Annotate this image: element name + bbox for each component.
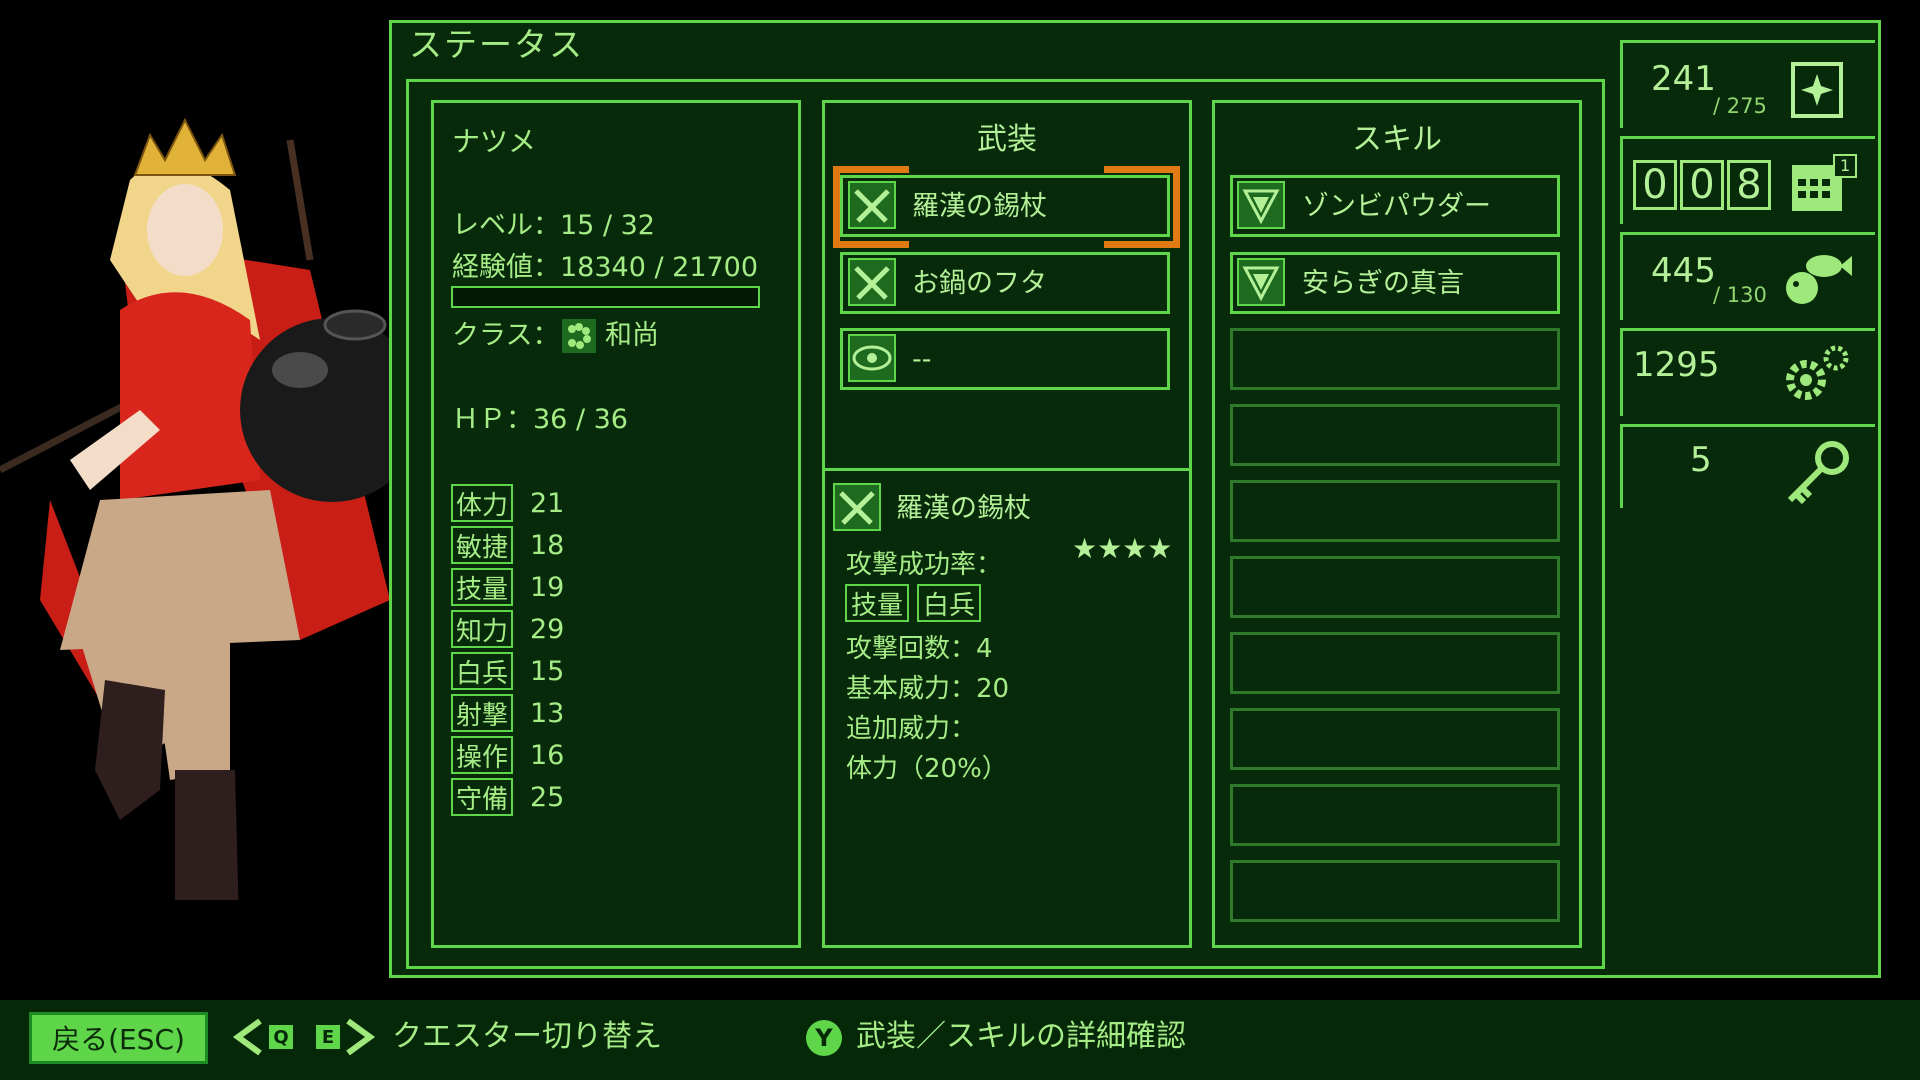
stat-value: 13	[530, 698, 565, 729]
stat-value: 16	[530, 740, 565, 771]
equipment-slot-3-label: --	[912, 344, 932, 375]
class-name: 和尚	[605, 320, 659, 351]
crossed-weapons-icon	[833, 483, 881, 531]
level-label: レベル：15 / 32	[452, 210, 655, 241]
equipment-heading: 武装	[977, 122, 1037, 157]
detail-extra-power-value: 体力（20%）	[846, 754, 1008, 784]
stat-value: 25	[530, 782, 565, 813]
skill-slot-empty[interactable]	[1230, 632, 1560, 694]
arrow-right-icon	[346, 1018, 376, 1056]
skill-slot-empty[interactable]	[1230, 404, 1560, 466]
food-value: 445	[1651, 251, 1716, 291]
eye-shield-icon	[848, 334, 896, 382]
key-q: Q	[269, 1025, 293, 1049]
detail-hit-rate-label: 攻撃成功率：	[846, 550, 1003, 580]
day-counter-digit: 8	[1727, 160, 1771, 210]
skill-slot-2-label: 安らぎの真言	[1302, 268, 1464, 299]
key-icon	[1787, 441, 1849, 505]
food-max: / 130	[1713, 283, 1767, 307]
skill-triangle-icon	[1237, 258, 1285, 306]
equipment-slot-1-label: 羅漢の錫杖	[912, 191, 1047, 222]
detail-extra-power-label: 追加威力：	[846, 714, 977, 744]
skill-triangle-icon	[1237, 181, 1285, 229]
skill-slot-empty[interactable]	[1230, 708, 1560, 770]
stat-value: 15	[530, 656, 565, 687]
skill-slot-empty[interactable]	[1230, 328, 1560, 390]
detail-hit-tag-1: 技量	[845, 584, 910, 622]
back-button[interactable]: 戻る(ESC)	[29, 1012, 208, 1064]
keys-value: 5	[1690, 440, 1712, 480]
stat-label-box: 敏捷	[451, 526, 513, 564]
exp-label: 経験値：18340 / 21700	[452, 252, 759, 283]
character-name: ナツメ	[452, 125, 537, 158]
energy-value: 241	[1651, 59, 1716, 99]
exp-bar	[451, 286, 760, 308]
detail-base-power-label: 基本威力：20	[846, 674, 1010, 704]
skill-slot-1-label: ゾンビパウダー	[1302, 191, 1491, 222]
stat-value: 21	[530, 488, 565, 519]
equipment-divider	[825, 468, 1189, 471]
skill-slot-empty[interactable]	[1230, 556, 1560, 618]
day-counter-digits: 008	[1633, 160, 1771, 210]
skill-slot-empty[interactable]	[1230, 480, 1560, 542]
day-counter-digit: 0	[1680, 160, 1724, 210]
stat-value: 18	[530, 530, 565, 561]
energy-max: / 275	[1713, 94, 1767, 118]
calendar-badge: 1	[1840, 156, 1851, 175]
sparkle-card-icon	[1791, 62, 1843, 118]
screen-title: ステータス	[409, 25, 584, 64]
stat-value: 29	[530, 614, 565, 645]
character-portrait	[0, 117, 400, 900]
stat-label-box: 技量	[451, 568, 513, 606]
hp-label: ＨＰ：36 / 36	[452, 404, 628, 435]
prayer-beads-icon	[562, 319, 596, 353]
stat-label-box: 知力	[451, 610, 513, 648]
stat-label-box: 体力	[451, 484, 513, 522]
detail-hit-tag-2: 白兵	[917, 584, 982, 622]
detail-weapon-name: 羅漢の錫杖	[896, 493, 1031, 524]
equipment-slot-2-label: お鍋のフタ	[912, 268, 1047, 299]
class-prefix: クラス：	[452, 320, 560, 351]
stat-value: 19	[530, 572, 565, 603]
stat-label-box: 守備	[451, 778, 513, 816]
crossed-weapons-icon	[848, 258, 896, 306]
arrow-left-icon	[232, 1018, 262, 1056]
skill-heading: スキル	[1352, 122, 1442, 157]
skill-slot-empty[interactable]	[1230, 860, 1560, 922]
skill-slot-empty[interactable]	[1230, 784, 1560, 846]
day-counter-digit: 0	[1633, 160, 1677, 210]
gears-icon	[1786, 345, 1849, 400]
switch-quester-label[interactable]: クエスター切り替え	[392, 1022, 662, 1052]
y-button-icon: Y	[806, 1020, 842, 1056]
detail-rating: ★★★★	[1072, 532, 1173, 565]
stat-label-box: 操作	[451, 736, 513, 774]
detail-attacks-label: 攻撃回数：4	[846, 634, 993, 664]
detail-confirm-label[interactable]: 武装／スキルの詳細確認	[856, 1022, 1186, 1052]
key-e: E	[316, 1025, 340, 1049]
fish-food-icon	[1786, 255, 1852, 304]
stat-label-box: 射撃	[451, 694, 513, 732]
parts-value: 1295	[1633, 345, 1720, 385]
stat-label-box: 白兵	[451, 652, 513, 690]
crossed-weapons-icon	[848, 181, 896, 229]
